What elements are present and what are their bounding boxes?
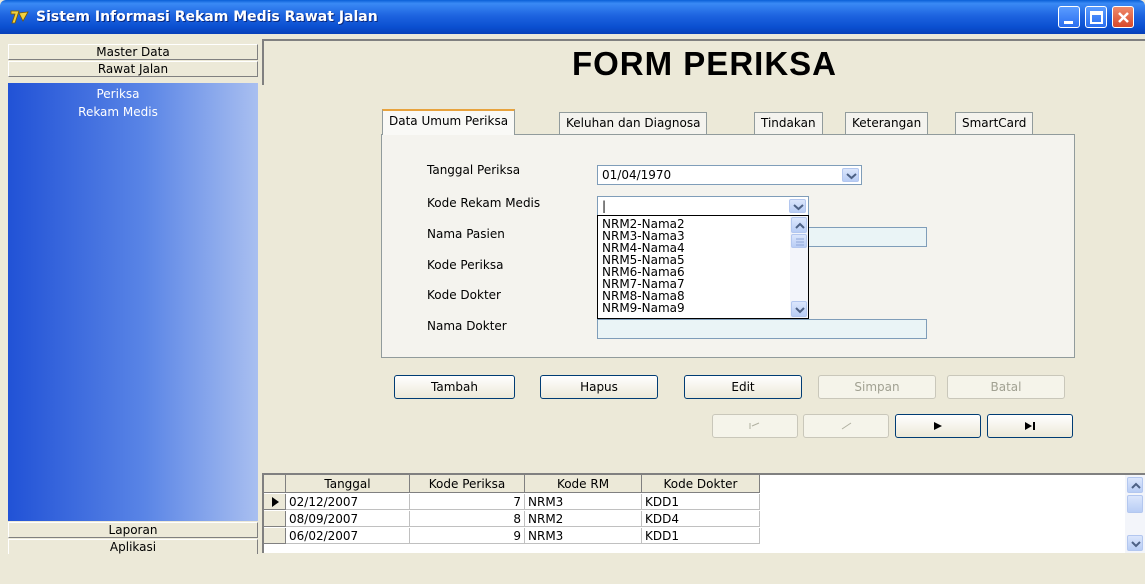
scroll-down-button[interactable] — [1127, 535, 1143, 551]
tab-data-umum-periksa[interactable]: Data Umum Periksa — [382, 109, 516, 135]
date-dropdown-button[interactable] — [842, 168, 859, 182]
chevron-down-icon — [1131, 541, 1141, 548]
minimize-button[interactable] — [1058, 6, 1080, 28]
nav-item-periksa[interactable]: Periksa — [8, 87, 228, 101]
column-header-kode-periksa[interactable]: Kode Periksa — [410, 475, 525, 493]
chevron-up-icon — [1131, 482, 1141, 489]
form-header: FORM PERIKSA — [262, 39, 1145, 85]
scroll-thumb[interactable] — [791, 234, 807, 248]
grid-cell[interactable]: 06/02/2007 — [286, 528, 410, 544]
kode-rekam-medis-combo[interactable]: | — [597, 196, 809, 216]
grid-cell[interactable]: NRM3 — [525, 494, 642, 510]
minimize-icon — [1064, 21, 1073, 24]
chevron-up-icon — [795, 222, 805, 229]
kode-rekam-medis-value: | — [602, 199, 607, 213]
navigation-panel: Master Data Rawat Jalan Periksa Rekam Me… — [8, 34, 258, 584]
label-nama-pasien: Nama Pasien — [427, 227, 505, 241]
row-indicator[interactable] — [264, 494, 286, 510]
grid-scrollbar[interactable] — [1125, 475, 1145, 553]
title-bar: Sistem Informasi Rekam Medis Rawat Jalan — [0, 0, 1145, 34]
column-header-kode-rm[interactable]: Kode RM — [525, 475, 642, 493]
nav-group-rawat-jalan[interactable]: Rawat Jalan — [8, 61, 258, 77]
chevron-down-icon — [793, 204, 804, 211]
grid-corner — [264, 475, 286, 493]
scroll-down-button[interactable] — [791, 301, 807, 317]
last-record-icon — [1025, 422, 1035, 430]
nav-item-rekam-medis[interactable]: Rekam Medis — [8, 105, 228, 119]
grid-cell[interactable]: 7 — [410, 494, 525, 510]
periksa-data-grid[interactable]: Tanggal Kode Periksa Kode RM Kode Dokter… — [262, 473, 1145, 553]
edit-button[interactable]: Edit — [684, 375, 802, 399]
grid-cell[interactable]: NRM3 — [525, 528, 642, 544]
scroll-thumb[interactable] — [1127, 495, 1143, 513]
dropdown-option[interactable]: NRM9-Nama9 — [602, 302, 685, 314]
maximize-button[interactable] — [1085, 6, 1107, 28]
tab-tindakan[interactable]: Tindakan — [754, 112, 823, 134]
tab-keluhan-diagnosa[interactable]: Keluhan dan Diagnosa — [559, 112, 708, 134]
dropdown-scrollbar[interactable] — [790, 216, 808, 318]
tanggal-periksa-value: 01/04/1970 — [602, 168, 672, 182]
first-record-button[interactable] — [712, 414, 798, 438]
nav-group-master-data[interactable]: Master Data — [8, 44, 258, 60]
grid-cell[interactable]: NRM2 — [525, 511, 642, 527]
grid-cell[interactable]: KDD1 — [642, 528, 760, 544]
chevron-down-icon — [846, 173, 857, 180]
scroll-up-button[interactable] — [1127, 477, 1143, 493]
grid-cell[interactable]: 08/09/2007 — [286, 511, 410, 527]
tab-smartcard[interactable]: SmartCard — [955, 112, 1034, 134]
prev-record-button[interactable] — [803, 414, 889, 438]
maximize-icon — [1090, 11, 1103, 24]
close-button[interactable] — [1112, 6, 1134, 28]
grid-cell[interactable]: KDD4 — [642, 511, 760, 527]
label-kode-rekam-medis: Kode Rekam Medis — [427, 196, 541, 210]
current-row-icon — [272, 497, 279, 507]
column-header-tanggal[interactable]: Tanggal — [286, 475, 410, 493]
row-indicator[interactable] — [264, 511, 286, 527]
chevron-down-icon — [795, 307, 805, 314]
app-icon — [10, 10, 29, 24]
tambah-button[interactable]: Tambah — [394, 375, 515, 399]
prev-record-icon — [841, 422, 852, 430]
label-tanggal-periksa: Tanggal Periksa — [427, 163, 521, 177]
first-record-icon — [749, 422, 760, 429]
tab-keterangan[interactable]: Keterangan — [845, 112, 929, 134]
next-record-button[interactable] — [895, 414, 981, 438]
page-title: FORM PERIKSA — [571, 45, 837, 82]
row-indicator[interactable] — [264, 528, 286, 544]
nav-group-aplikasi[interactable]: Aplikasi — [8, 539, 258, 555]
hapus-button[interactable]: Hapus — [540, 375, 658, 399]
nav-group-content: Periksa Rekam Medis — [8, 83, 258, 521]
batal-button[interactable]: Batal — [947, 375, 1065, 399]
status-bar — [0, 554, 1145, 584]
label-kode-periksa: Kode Periksa — [427, 258, 504, 272]
scroll-up-button[interactable] — [791, 217, 807, 233]
label-kode-dokter: Kode Dokter — [427, 288, 501, 302]
nama-dokter-field[interactable] — [597, 319, 927, 339]
grid-cell[interactable]: 8 — [410, 511, 525, 527]
close-icon — [1118, 12, 1129, 23]
grid-cell[interactable]: 02/12/2007 — [286, 494, 410, 510]
kode-rm-dropdown-button[interactable] — [789, 199, 806, 213]
last-record-button[interactable] — [987, 414, 1073, 438]
column-header-kode-dokter[interactable]: Kode Dokter — [642, 475, 760, 493]
grip-icon — [796, 238, 804, 246]
kode-rm-dropdown-list[interactable]: NRM2-Nama2 NRM3-Nama3 NRM4-Nama4 NRM5-Na… — [597, 215, 809, 319]
nav-group-laporan[interactable]: Laporan — [8, 522, 258, 538]
simpan-button[interactable]: Simpan — [818, 375, 936, 399]
label-nama-dokter: Nama Dokter — [427, 319, 507, 333]
play-icon — [934, 422, 942, 430]
window-title: Sistem Informasi Rekam Medis Rawat Jalan — [36, 9, 378, 25]
tanggal-periksa-picker[interactable]: 01/04/1970 — [597, 165, 862, 185]
grid-cell[interactable]: 9 — [410, 528, 525, 544]
grid-cell[interactable]: KDD1 — [642, 494, 760, 510]
